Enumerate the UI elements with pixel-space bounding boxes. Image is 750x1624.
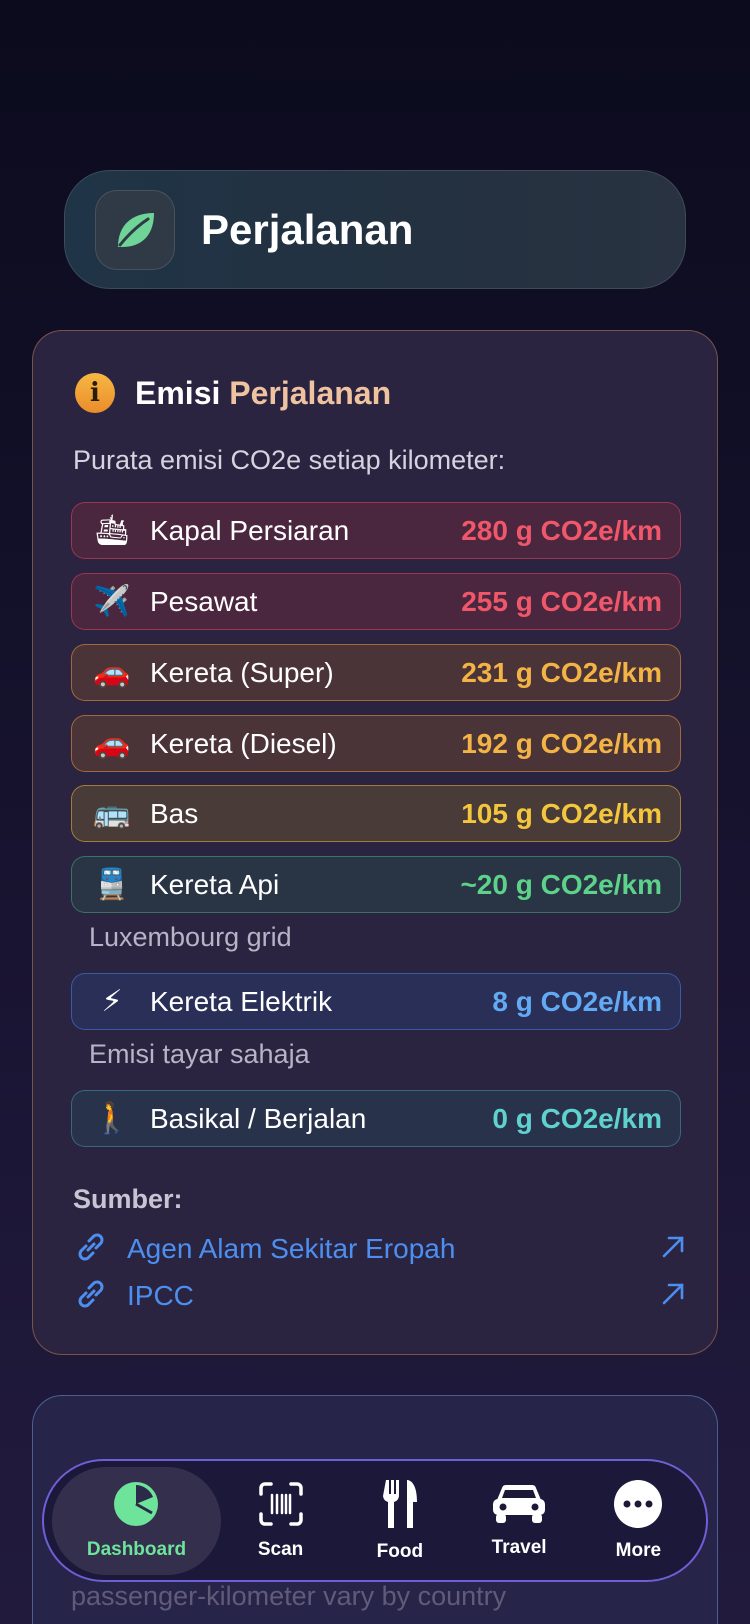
emission-row-bus: 🚌 Bas 105 g CO2e/km: [71, 785, 681, 842]
row-value: 280 g CO2e/km: [461, 514, 662, 546]
bus-icon: 🚌: [93, 796, 131, 831]
card-title-word1: Emisi: [135, 374, 221, 411]
tab-label: Travel: [491, 1537, 547, 1558]
tab-more[interactable]: More: [579, 1467, 698, 1575]
tab-scan[interactable]: Scan: [221, 1467, 340, 1575]
row-label: Kapal Persiaran: [150, 514, 350, 546]
emission-row-train: 🚆 Kereta Api ~20 g CO2e/km: [71, 856, 681, 913]
row-value: 0 g CO2e/km: [492, 1102, 662, 1134]
row-value: 231 g CO2e/km: [461, 656, 662, 688]
tab-label: Scan: [257, 1539, 304, 1560]
page-title: Perjalanan: [201, 205, 414, 253]
car-icon: 🚗: [93, 726, 131, 761]
row-value: ~20 g CO2e/km: [460, 868, 662, 900]
emission-row-bike-walk: 🚶 Basikal / Berjalan 0 g CO2e/km: [71, 1090, 681, 1147]
row-label: Bas: [150, 797, 199, 829]
travel-emissions-card: i Emisi Perjalanan Purata emisi CO2e set…: [32, 330, 718, 1355]
airplane-icon: ✈️: [93, 584, 131, 619]
row-label: Kereta Elektrik: [150, 985, 333, 1017]
pie-chart-icon: [112, 1480, 160, 1533]
source-link-ipcc[interactable]: IPCC: [73, 1276, 687, 1316]
emission-row-plane: ✈️ Pesawat 255 g CO2e/km: [71, 573, 681, 630]
source-link-eea[interactable]: Agen Alam Sekitar Eropah: [73, 1229, 687, 1269]
row-value: 192 g CO2e/km: [461, 727, 662, 759]
link-icon: [73, 1229, 109, 1270]
source-label: Agen Alam Sekitar Eropah: [127, 1233, 456, 1264]
card2-text: passenger-kilometer vary by country: [71, 1581, 507, 1611]
train-icon: 🚆: [93, 867, 131, 902]
tab-label: Dashboard: [86, 1539, 187, 1560]
walking-icon: 🚶: [93, 1101, 131, 1136]
link-icon: [73, 1276, 109, 1317]
card-subtitle: Purata emisi CO2e setiap kilometer:: [73, 445, 506, 475]
leaf-icon: [95, 189, 175, 270]
tab-bar: Dashboard Scan Food Travel More: [42, 1459, 708, 1582]
emission-row-car-diesel: 🚗 Kereta (Diesel) 192 g CO2e/km: [71, 715, 681, 772]
info-icon: i: [75, 373, 115, 413]
tab-label: Food: [376, 1541, 424, 1562]
card-title-word2: Perjalanan: [229, 374, 392, 411]
tab-travel[interactable]: Travel: [459, 1467, 578, 1575]
car-icon: [490, 1482, 548, 1531]
row-note: Emisi tayar sahaja: [89, 1039, 310, 1069]
cruise-ship-icon: 🛳: [92, 513, 132, 548]
card-title: Emisi Perjalanan: [135, 375, 391, 412]
emission-row-car-super: 🚗 Kereta (Super) 231 g CO2e/km: [71, 644, 681, 701]
source-label: IPCC: [127, 1280, 194, 1311]
car-icon: 🚗: [93, 655, 131, 690]
lightning-icon: ⚡: [101, 984, 123, 1019]
external-link-icon: [659, 1280, 687, 1313]
tab-dashboard[interactable]: Dashboard: [52, 1466, 221, 1575]
external-link-icon: [659, 1233, 687, 1266]
emission-row-cruise: 🛳 Kapal Persiaran 280 g CO2e/km: [71, 502, 681, 559]
emission-row-electric-car: ⚡ Kereta Elektrik 8 g CO2e/km: [71, 973, 681, 1030]
row-label: Kereta (Super): [150, 656, 334, 688]
barcode-scan-icon: [257, 1480, 305, 1533]
row-value: 255 g CO2e/km: [461, 585, 662, 617]
card-header: i Emisi Perjalanan: [75, 373, 391, 413]
page: Perjalanan i Emisi Perjalanan Purata emi…: [0, 0, 750, 1624]
row-label: Pesawat: [150, 585, 258, 617]
row-label: Basikal / Berjalan: [150, 1102, 367, 1134]
row-label: Kereta Api: [150, 868, 280, 900]
fork-knife-icon: [376, 1478, 424, 1535]
sources-heading: Sumber:: [73, 1184, 183, 1214]
tab-food[interactable]: Food: [340, 1467, 459, 1575]
row-note: Luxembourg grid: [89, 922, 292, 952]
tab-label: More: [615, 1540, 662, 1561]
row-value: 105 g CO2e/km: [461, 797, 662, 829]
more-icon: [613, 1479, 663, 1534]
row-label: Kereta (Diesel): [150, 727, 337, 759]
row-value: 8 g CO2e/km: [492, 985, 662, 1017]
header-bar: Perjalanan: [64, 170, 686, 289]
